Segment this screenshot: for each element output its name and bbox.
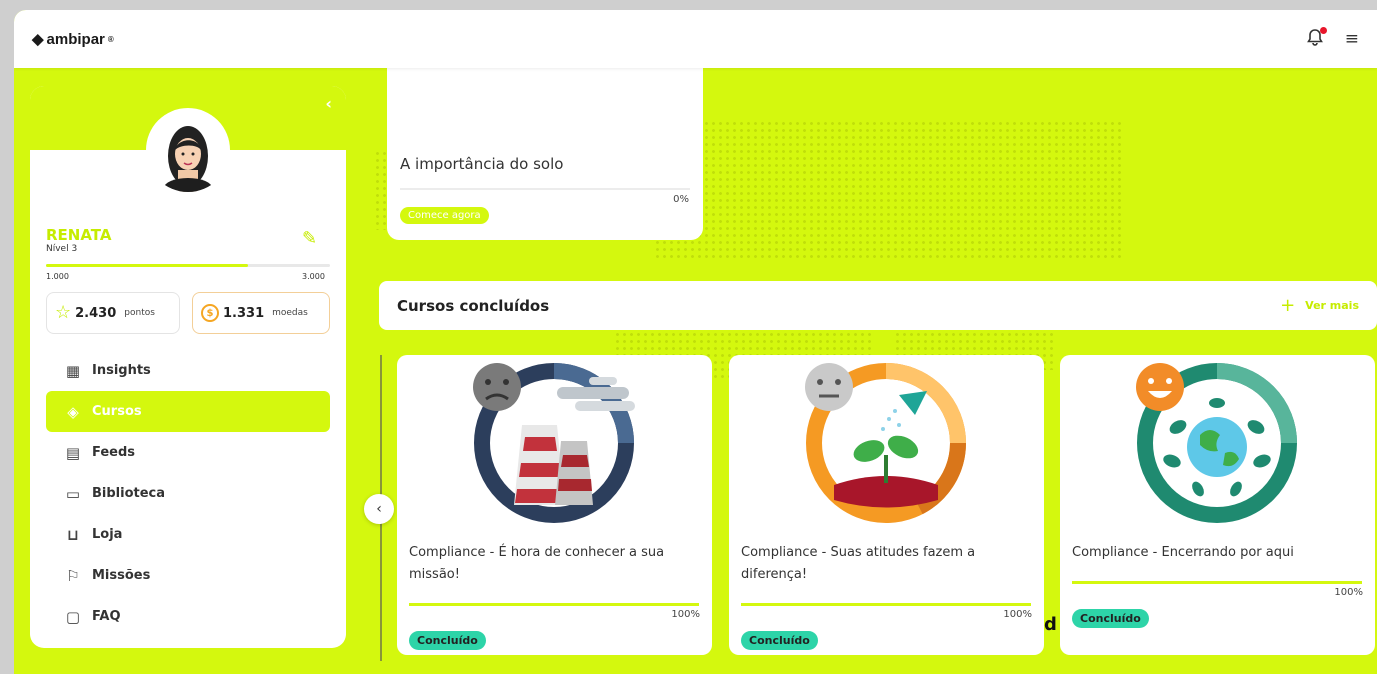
sidebar-item-label: Biblioteca [92, 486, 166, 501]
course-progress-bar [741, 603, 1031, 606]
chevron-left-icon: ‹ [376, 501, 382, 517]
see-more-link[interactable]: + Ver mais [1280, 295, 1359, 316]
brand-logo[interactable]: ◆ ambipar ® [32, 30, 114, 49]
coins-label: moedas [272, 308, 308, 318]
course-illustration-earth [1136, 363, 1297, 523]
course-progress-value: 100% [1334, 587, 1363, 598]
course-illustration-plant [805, 363, 966, 523]
carousel-prev-button[interactable]: ‹ [364, 494, 394, 524]
status-badge: Concluído [1072, 609, 1149, 628]
edit-pencil-icon[interactable]: ✎ [302, 228, 317, 249]
course-progress-bar [400, 188, 690, 190]
section-title: Cursos concluídos [397, 296, 550, 315]
sidebar-item-label: Feeds [92, 445, 136, 460]
app-frame: ◆ ambipar ® ≡ ‹ RENATA Nível 3 ✎ 1.000 3… [14, 10, 1377, 674]
grid-icon: ▦ [65, 361, 81, 380]
logo-text: ambipar [46, 30, 105, 48]
chat-icon: ▢ [65, 607, 81, 626]
xp-min: 1.000 [46, 272, 69, 281]
course-illustration-factory [473, 363, 635, 523]
news-icon: ▤ [65, 443, 81, 462]
xp-progress-fill [46, 264, 248, 267]
avatar[interactable] [146, 108, 230, 192]
world-map-pattern [654, 120, 1124, 260]
sidebar-item-missoes[interactable]: ⚐ Missões [46, 555, 330, 596]
xp-max: 3.000 [302, 272, 325, 281]
coin-icon: $ [201, 304, 219, 322]
plus-icon: + [1280, 295, 1296, 316]
course-title: Compliance - Encerrando por aqui [1072, 545, 1294, 560]
completed-course-card[interactable]: Compliance - Suas atitudes fazem a difer… [729, 355, 1044, 655]
completed-courses-header: Cursos concluídos + Ver mais [379, 281, 1377, 330]
bell-icon[interactable] [1306, 26, 1327, 51]
notification-dot [1319, 26, 1327, 34]
sidebar-item-label: Insights [92, 363, 151, 378]
sidebar-item-feeds[interactable]: ▤ Feeds [46, 432, 330, 473]
sidebar-item-loja[interactable]: ⊔ Loja [46, 514, 330, 555]
course-progress-value: 0% [673, 194, 689, 205]
sidebar-item-faq[interactable]: ▢ FAQ [46, 596, 330, 637]
sidebar-item-label: Missões [92, 568, 151, 583]
sidebar-item-biblioteca[interactable]: ▭ Biblioteca [46, 473, 330, 514]
xp-progress-bar [46, 264, 330, 267]
hamburger-icon[interactable]: ≡ [1345, 29, 1359, 49]
collapse-chevron-icon[interactable]: ‹ [325, 94, 332, 113]
logo-registered: ® [107, 34, 114, 44]
user-level: Nível 3 [46, 244, 78, 254]
star-icon: ☆ [55, 302, 72, 323]
course-progress-value: 100% [671, 609, 700, 620]
logo-mark-icon: ◆ [32, 31, 44, 48]
course-title: Compliance - Suas atitudes fazem a difer… [741, 545, 976, 582]
points-value: 2.430 [75, 305, 117, 321]
points-stat[interactable]: ☆ 2.430 pontos [46, 292, 180, 334]
profile-sidebar: ‹ RENATA Nível 3 ✎ 1.000 3.000 ☆ 2.430 p… [30, 86, 346, 648]
status-badge: Concluído [741, 631, 818, 650]
book-icon: ▭ [65, 484, 81, 503]
coins-stat[interactable]: $ 1.331 moedas [192, 292, 330, 334]
user-name: RENATA [46, 226, 112, 244]
sidebar-item-label: FAQ [92, 609, 121, 624]
points-label: pontos [124, 308, 155, 318]
sidebar-item-label: Cursos [92, 404, 142, 419]
course-title: A importância do solo [400, 155, 564, 173]
completed-course-card[interactable]: Compliance - É hora de conhecer a sua mi… [397, 355, 712, 655]
sidebar-menu: ▦ Insights ◈ Cursos ▤ Feeds ▭ Biblioteca… [46, 350, 330, 637]
sidebar-item-insights[interactable]: ▦ Insights [46, 350, 330, 391]
course-progress-bar [409, 603, 699, 606]
course-progress-value: 100% [1003, 609, 1032, 620]
cart-icon: ⊔ [67, 525, 79, 544]
course-progress-bar [1072, 581, 1362, 584]
flag-icon: ⚐ [66, 566, 80, 585]
status-badge: Concluído [409, 631, 486, 650]
layers-icon: ◈ [67, 402, 79, 421]
top-bar: ◆ ambipar ® ≡ [14, 10, 1377, 68]
see-more-label: Ver mais [1305, 299, 1359, 312]
start-course-button[interactable]: Comece agora [400, 207, 489, 224]
course-card[interactable]: A importância do solo 0% Comece agora [387, 60, 703, 240]
overflow-text: d [1044, 614, 1057, 635]
sidebar-item-cursos[interactable]: ◈ Cursos [46, 391, 330, 432]
course-title: Compliance - É hora de conhecer a sua mi… [409, 545, 665, 582]
completed-course-card[interactable]: Compliance - Encerrando por aqui 100% Co… [1060, 355, 1375, 655]
coins-value: 1.331 [223, 305, 265, 321]
sidebar-item-label: Loja [92, 527, 123, 542]
